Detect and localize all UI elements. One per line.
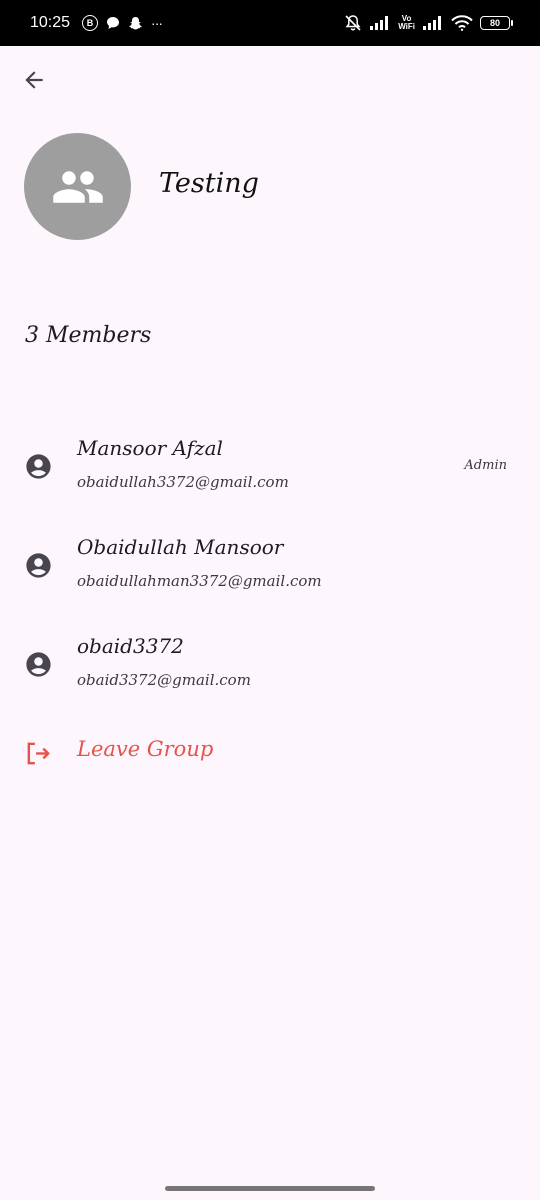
bell-muted-icon — [345, 15, 361, 31]
group-avatar — [24, 133, 131, 240]
leave-group-label: Leave Group — [77, 737, 214, 761]
chat-bubble-icon — [107, 17, 120, 29]
home-indicator[interactable] — [165, 1186, 375, 1191]
account-circle-icon — [26, 553, 51, 578]
member-email: obaidullah3372@gmail.com — [77, 473, 289, 491]
group-name: Testing — [159, 168, 259, 199]
signal-icon-2 — [423, 16, 441, 30]
member-name: obaid3372 — [77, 634, 184, 658]
member-item[interactable]: Obaidullah Mansoor obaidullahman3372@gma… — [0, 529, 540, 607]
leave-group-button[interactable]: Leave Group — [0, 726, 540, 780]
vowifi-bottom-label: WiFi — [398, 22, 415, 31]
status-left: 10:25 B ··· — [30, 14, 163, 32]
snapchat-icon — [129, 16, 142, 29]
battery-icon: 80 — [480, 16, 513, 30]
more-notifications-icon: ··· — [151, 15, 163, 31]
member-name: Mansoor Afzal — [77, 436, 223, 460]
status-bar: 10:25 B ··· Vo WiFi 80 — [0, 0, 540, 46]
group-icon — [52, 170, 103, 203]
members-count-label: 3 Members — [25, 323, 152, 348]
arrow-back-icon — [25, 71, 43, 89]
account-circle-icon — [26, 454, 51, 479]
battery-level: 80 — [489, 18, 500, 28]
b-badge-icon: B — [82, 15, 99, 31]
member-role-badge: Admin — [464, 458, 507, 473]
status-right: Vo WiFi 80 — [344, 14, 513, 32]
signal-icon — [370, 16, 389, 30]
status-time: 10:25 — [30, 14, 71, 31]
member-email: obaid3372@gmail.com — [77, 671, 251, 689]
back-button[interactable] — [14, 62, 54, 98]
member-email: obaidullahman3372@gmail.com — [77, 572, 322, 590]
wifi-icon — [451, 15, 473, 31]
logout-icon — [27, 742, 50, 765]
member-item[interactable]: obaid3372 obaid3372@gmail.com — [0, 628, 540, 706]
member-item[interactable]: Mansoor Afzal obaidullah3372@gmail.com A… — [0, 430, 540, 508]
vowifi-indicator: Vo WiFi — [398, 15, 415, 31]
member-name: Obaidullah Mansoor — [77, 535, 284, 559]
account-circle-icon — [26, 652, 51, 677]
